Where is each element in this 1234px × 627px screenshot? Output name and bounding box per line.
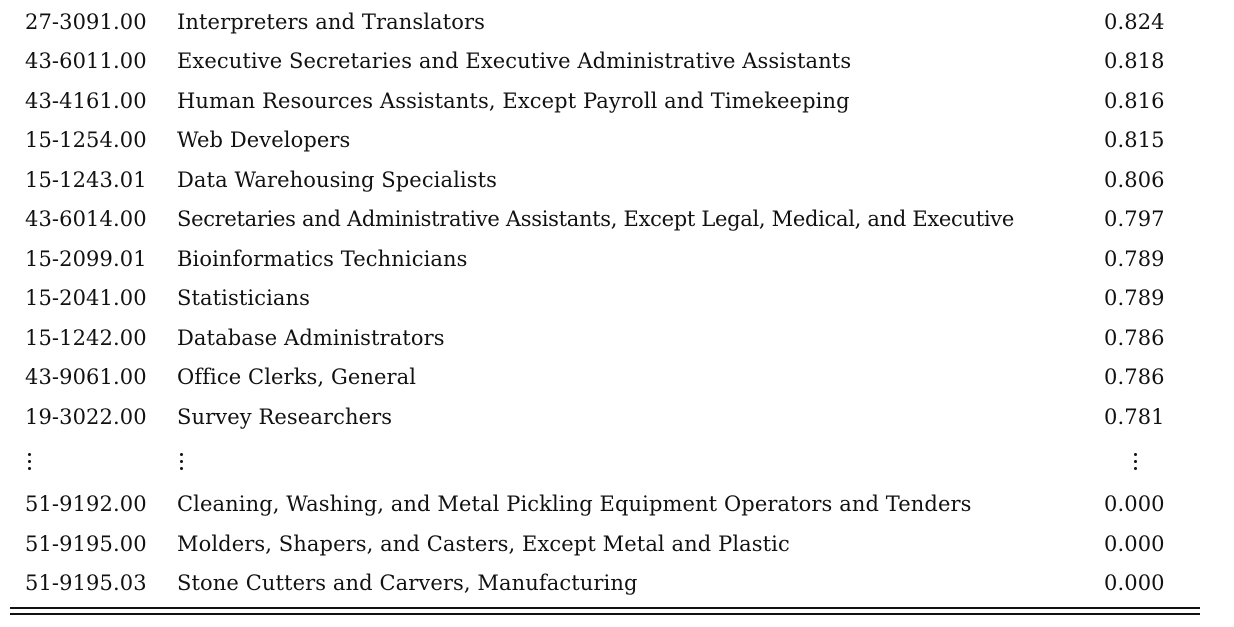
table-row: 15-1242.00 Database Administrators 0.786 — [0, 323, 1234, 353]
table-row: 15-2041.00 Statisticians 0.789 — [0, 283, 1234, 313]
soc-code: 15-1242.00 — [25, 326, 147, 350]
score-vertical-ellipsis — [1132, 447, 1138, 477]
score-value: 0.000 — [1104, 571, 1165, 595]
table-row: 51-9195.03 Stone Cutters and Carvers, Ma… — [0, 568, 1234, 598]
occupation-title: Statisticians — [177, 286, 311, 310]
soc-code: 43-4161.00 — [25, 89, 147, 113]
soc-code: 51-9195.00 — [25, 532, 147, 556]
table-row: 43-9061.00 Office Clerks, General 0.786 — [0, 362, 1234, 392]
score-value: 0.818 — [1104, 49, 1165, 73]
score-value: 0.824 — [1104, 10, 1165, 34]
score-value: 0.000 — [1104, 492, 1165, 516]
table-row: 27-3091.00 Interpreters and Translators … — [0, 7, 1234, 37]
occupation-title: Secretaries and Administrative Assistant… — [177, 207, 1014, 231]
occupation-title: Executive Secretaries and Executive Admi… — [177, 49, 852, 73]
ellipsis-row — [0, 447, 1234, 477]
occupation-vertical-ellipsis — [178, 447, 184, 477]
table-row: 15-1243.01 Data Warehousing Specialists … — [0, 165, 1234, 195]
score-value: 0.815 — [1104, 128, 1165, 152]
code-vertical-ellipsis — [26, 447, 32, 477]
table-row: 15-1254.00 Web Developers 0.815 — [0, 125, 1234, 155]
bottom-rule-upper — [10, 607, 1200, 609]
soc-code: 51-9195.03 — [25, 571, 147, 595]
table-row: 43-6011.00 Executive Secretaries and Exe… — [0, 46, 1234, 76]
soc-code: 15-2099.01 — [25, 247, 147, 271]
soc-code: 27-3091.00 — [25, 10, 147, 34]
soc-code: 51-9192.00 — [25, 492, 147, 516]
occupation-title: Human Resources Assistants, Except Payro… — [177, 89, 850, 113]
occupation-title: Survey Researchers — [177, 405, 393, 429]
score-value: 0.786 — [1104, 326, 1165, 350]
score-value: 0.797 — [1104, 207, 1165, 231]
soc-code: 15-1243.01 — [25, 168, 147, 192]
table-row: 51-9195.00 Molders, Shapers, and Casters… — [0, 529, 1234, 559]
table-row: 19-3022.00 Survey Researchers 0.781 — [0, 402, 1234, 432]
bottom-rule-lower — [10, 613, 1200, 615]
soc-code: 15-1254.00 — [25, 128, 147, 152]
soc-code: 43-6014.00 — [25, 207, 147, 231]
occupation-title: Stone Cutters and Carvers, Manufacturing — [177, 571, 638, 595]
score-value: 0.789 — [1104, 286, 1165, 310]
occupation-title: Database Administrators — [177, 326, 445, 350]
occupation-title: Molders, Shapers, and Casters, Except Me… — [177, 532, 790, 556]
soc-code: 15-2041.00 — [25, 286, 147, 310]
table-row: 15-2099.01 Bioinformatics Technicians 0.… — [0, 244, 1234, 274]
score-value: 0.816 — [1104, 89, 1165, 113]
occupation-title: Data Warehousing Specialists — [177, 168, 498, 192]
soc-code: 43-6011.00 — [25, 49, 147, 73]
occupation-title: Office Clerks, General — [177, 365, 417, 389]
soc-code: 43-9061.00 — [25, 365, 147, 389]
table-row: 51-9192.00 Cleaning, Washing, and Metal … — [0, 489, 1234, 519]
table-row: 43-6014.00 Secretaries and Administrativ… — [0, 204, 1234, 234]
occupation-title: Bioinformatics Technicians — [177, 247, 468, 271]
occupation-title: Cleaning, Washing, and Metal Pickling Eq… — [177, 492, 972, 516]
occupation-table: 27-3091.00 Interpreters and Translators … — [0, 0, 1234, 627]
score-value: 0.786 — [1104, 365, 1165, 389]
table-row: 43-4161.00 Human Resources Assistants, E… — [0, 86, 1234, 116]
score-value: 0.789 — [1104, 247, 1165, 271]
occupation-title: Interpreters and Translators — [177, 10, 485, 34]
occupation-title: Web Developers — [177, 128, 351, 152]
score-value: 0.781 — [1104, 405, 1165, 429]
soc-code: 19-3022.00 — [25, 405, 147, 429]
score-value: 0.000 — [1104, 532, 1165, 556]
score-value: 0.806 — [1104, 168, 1165, 192]
